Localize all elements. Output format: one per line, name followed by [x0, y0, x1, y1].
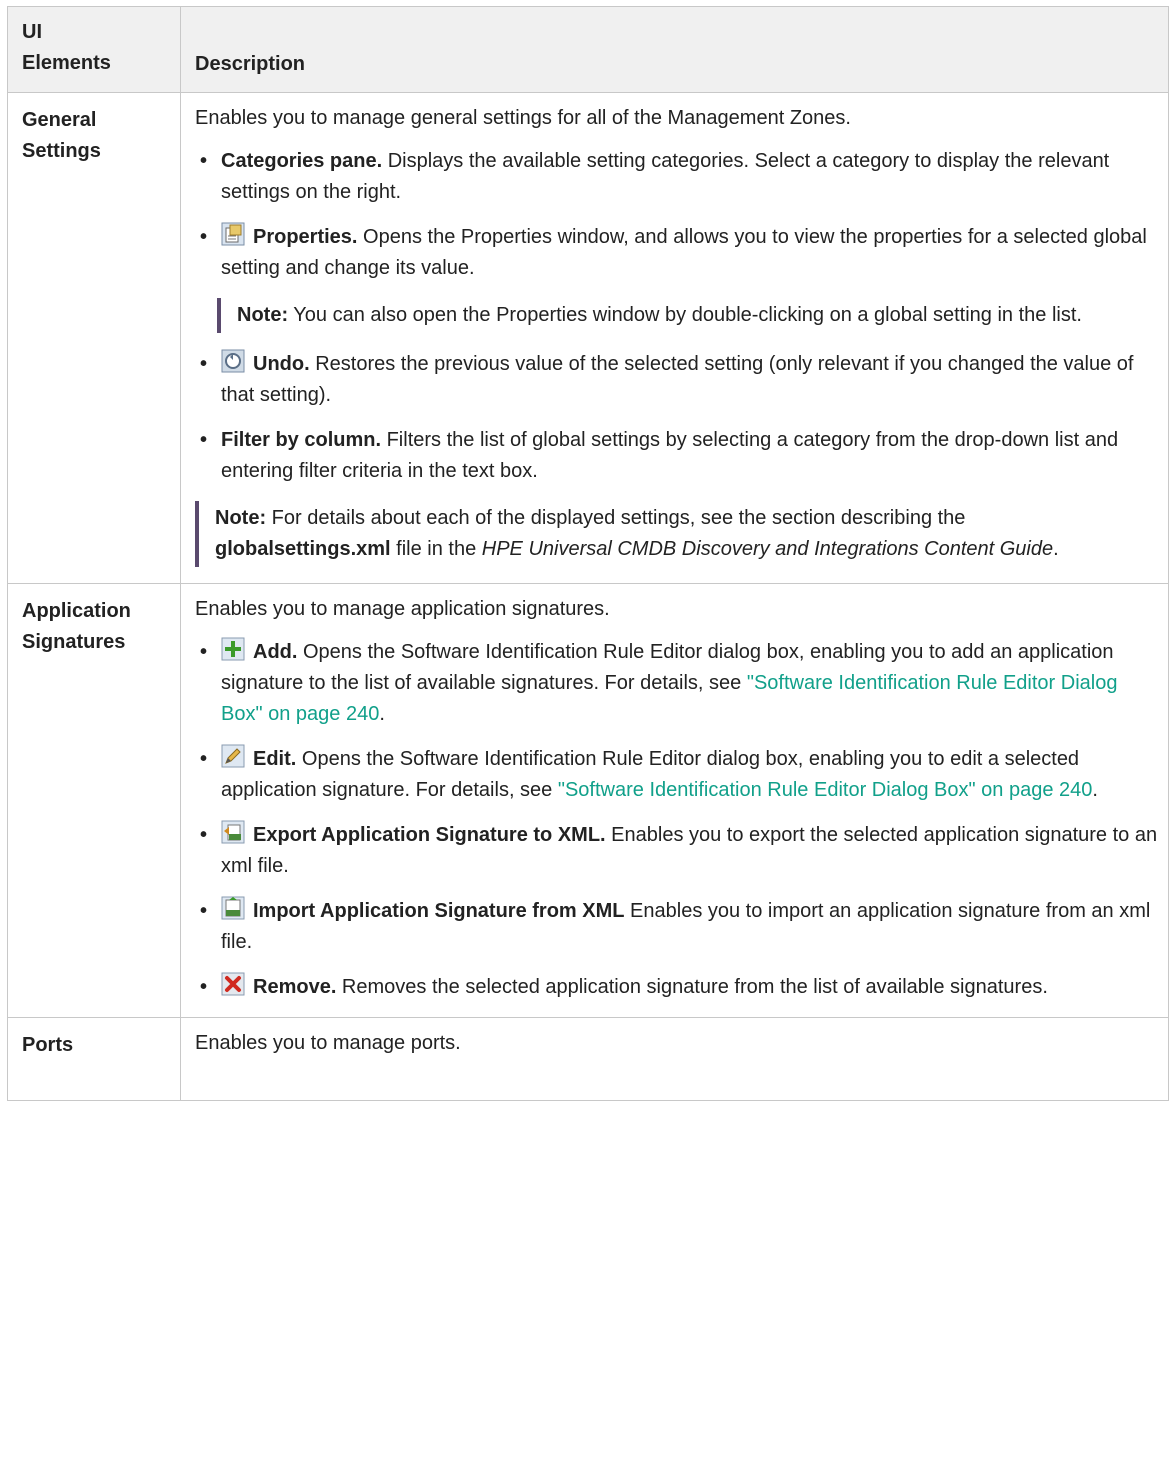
- add-icon: [221, 637, 245, 661]
- header-description: Description: [180, 6, 1169, 93]
- list-item: Categories pane. Displays the available …: [195, 146, 1158, 208]
- list-item: Filter by column. Filters the list of gl…: [195, 425, 1158, 487]
- signatures-list: Add. Opens the Software Identification R…: [195, 637, 1158, 1003]
- remove-icon: [221, 972, 245, 996]
- general-note: Note: For details about each of the disp…: [195, 501, 1158, 567]
- list-item: Properties. Opens the Properties window,…: [195, 222, 1158, 284]
- list-item: Add. Opens the Software Identification R…: [195, 637, 1158, 730]
- list-item: Export Application Signature to XML. Ena…: [195, 820, 1158, 882]
- import-xml-icon: [221, 896, 245, 920]
- row-description-ports: Enables you to manage ports.: [180, 1017, 1169, 1101]
- general-intro: Enables you to manage general settings f…: [195, 107, 851, 129]
- export-xml-icon: [221, 820, 245, 844]
- row-description-application-signatures: Enables you to manage application signat…: [180, 583, 1169, 1018]
- row-description-general-settings: Enables you to manage general settings f…: [180, 92, 1169, 584]
- software-identification-link[interactable]: "Software Identification Rule Editor Dia…: [558, 779, 1093, 801]
- properties-icon: [221, 222, 245, 246]
- table-row: Ports Enables you to manage ports.: [7, 1017, 1169, 1101]
- ui-elements-table: UI Elements Description General Settings…: [7, 6, 1169, 1101]
- general-list: Categories pane. Displays the available …: [195, 146, 1158, 284]
- undo-icon: [221, 349, 245, 373]
- edit-icon: [221, 744, 245, 768]
- table-header-row: UI Elements Description: [7, 6, 1169, 93]
- list-item: Edit. Opens the Software Identification …: [195, 744, 1158, 806]
- table-row: General Settings Enables you to manage g…: [7, 92, 1169, 584]
- row-label-application-signatures: Application Signatures: [7, 583, 181, 1018]
- header-ui-elements: UI Elements: [7, 6, 181, 93]
- general-list-2: Undo. Restores the previous value of the…: [195, 349, 1158, 487]
- properties-note: Note: You can also open the Properties w…: [217, 298, 1158, 333]
- row-label-general-settings: General Settings: [7, 92, 181, 584]
- list-item: Undo. Restores the previous value of the…: [195, 349, 1158, 411]
- table-row: Application Signatures Enables you to ma…: [7, 583, 1169, 1018]
- row-label-ports: Ports: [7, 1017, 181, 1101]
- list-item: Import Application Signature from XML En…: [195, 896, 1158, 958]
- list-item: Remove. Removes the selected application…: [195, 972, 1158, 1003]
- signatures-intro: Enables you to manage application signat…: [195, 598, 610, 620]
